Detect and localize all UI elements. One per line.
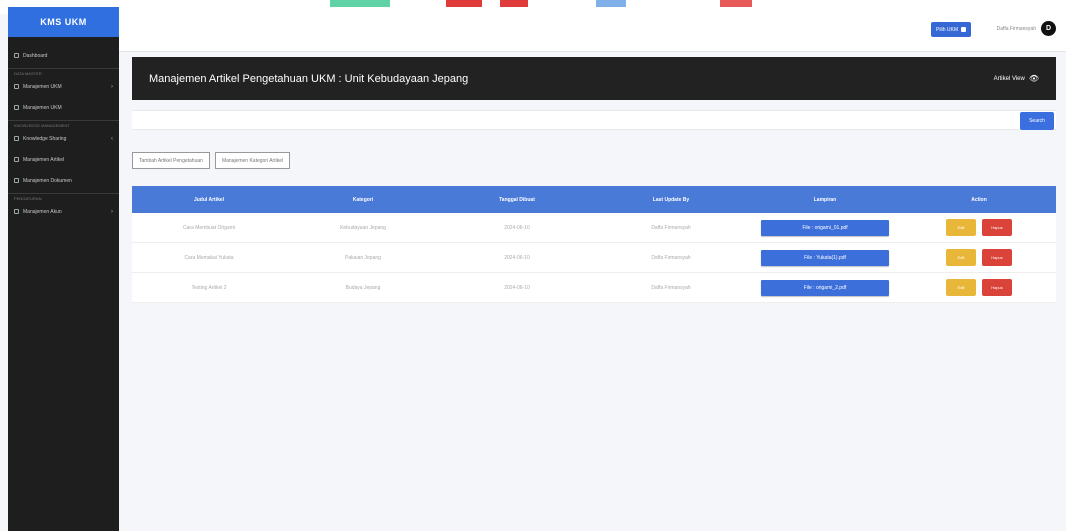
sidebar-item-label: Dashboard (23, 52, 48, 59)
sidebar-nav: Dashboard DATA MASTER Manajemen UKM › Manaje… (8, 37, 119, 220)
column-header: Last Update By (652, 196, 690, 203)
table-row: Cara Membuat Origami Kebudayaan Jepang 2… (132, 213, 1056, 243)
article-updated-by: Daffa Firmansyah (651, 254, 691, 261)
column-header: Kategori (352, 196, 374, 203)
add-article-button[interactable]: Tambah Artikel Pengetahuan (132, 152, 210, 169)
user-name[interactable]: Daffa Firmansyah (997, 26, 1036, 32)
chevron-icon: ‹ (111, 135, 113, 142)
attachment-link[interactable]: File : origami_01.pdf (761, 219, 889, 236)
menu-icon (14, 209, 19, 214)
article-title: Testing Artikel 2 (191, 284, 227, 291)
attachment-cell: File : origami_2.pdf (748, 273, 902, 302)
article-updated-by: Daffa Firmansyah (651, 284, 691, 291)
manage-category-button[interactable]: Manajemen Kategori Artikel (214, 152, 291, 169)
sidebar: KMS UKM Dashboard DATA MASTER Manajemen UK… (8, 7, 119, 531)
article-title: Cara Memakai Yukata (184, 254, 234, 261)
search-button[interactable]: Search (1020, 112, 1054, 130)
article-date: 2024-06-10 (504, 284, 530, 291)
avatar[interactable]: D (1041, 21, 1056, 36)
edit-button[interactable]: Edit (946, 279, 976, 296)
sidebar-item-label: Manajemen UKM (23, 104, 62, 111)
article-category: Budaya Jepang (345, 284, 381, 291)
sidebar-section-heading: DATA MASTER (8, 68, 119, 78)
menu-icon (14, 157, 19, 162)
attachment-cell: File : Yukata(1).pdf (748, 243, 902, 272)
sidebar-item[interactable]: Manajemen UKM › (8, 78, 119, 95)
sidebar-item-label: Manajemen Dokumen (23, 177, 72, 184)
table-header: Judul Artikel Kategori Tanggal Dibuat La… (132, 186, 1056, 213)
search-bar: Search (132, 110, 1056, 132)
select-ukm-label: Pilih UKM (936, 26, 958, 33)
sidebar-item[interactable]: Manajemen UKM (8, 99, 119, 116)
sidebar-item[interactable]: Manajemen Artikel (8, 151, 119, 168)
article-date: 2024-06-10 (504, 224, 530, 231)
menu-icon (14, 136, 19, 141)
menu-icon (14, 53, 19, 58)
sidebar-item[interactable]: Dashboard (8, 47, 119, 64)
table-row: Testing Artikel 2 Budaya Jepang 2024-06-… (132, 273, 1056, 303)
sidebar-item[interactable]: Knowledge Sharing ‹ (8, 130, 119, 147)
column-header: Lampiran (813, 196, 837, 203)
table-row: Cara Memakai Yukata Pakaian Jepang 2024-… (132, 243, 1056, 273)
action-cell: Edit Hapus (902, 243, 1056, 272)
sidebar-item-label: Manajemen Artikel (23, 156, 65, 163)
menu-icon (14, 105, 19, 110)
topbar: Pilih UKM Daffa Firmansyah D (119, 7, 1066, 52)
article-date: 2024-06-10 (504, 254, 530, 261)
attachment-link[interactable]: File : origami_2.pdf (761, 279, 889, 296)
article-title: Cara Membuat Origami (183, 224, 235, 231)
action-cell: Edit Hapus (902, 213, 1056, 242)
page-header: Manajemen Artikel Pengetahuan UKM : Unit… (132, 57, 1056, 100)
sidebar-section-heading: PENGATURAN (8, 193, 119, 203)
delete-button[interactable]: Hapus (982, 279, 1012, 296)
delete-button[interactable]: Hapus (982, 249, 1012, 266)
delete-button[interactable]: Hapus (982, 219, 1012, 236)
article-category: Pakaian Jepang (345, 254, 381, 261)
action-cell: Edit Hapus (902, 273, 1056, 302)
article-updated-by: Daffa Firmansyah (651, 224, 691, 231)
page-title: Manajemen Artikel Pengetahuan UKM : Unit… (149, 72, 469, 85)
action-buttons: Tambah Artikel Pengetahuan Manajemen Kat… (132, 152, 291, 169)
article-view-link[interactable]: Artikel View 👁 (994, 74, 1039, 83)
edit-button[interactable]: Edit (946, 219, 976, 236)
column-header: Judul Artikel (193, 196, 225, 203)
brand-logo[interactable]: KMS UKM (8, 7, 119, 37)
sidebar-item-label: Knowledge Sharing (23, 135, 67, 142)
menu-icon (14, 84, 19, 89)
sidebar-section-heading: KNOWLEDGE MANAGEMENT (8, 120, 119, 130)
attachment-link[interactable]: File : Yukata(1).pdf (761, 249, 889, 266)
column-header: Tanggal Dibuat (499, 196, 535, 203)
attachment-cell: File : origami_01.pdf (748, 213, 902, 242)
sidebar-item[interactable]: Manajemen Akun › (8, 203, 119, 220)
article-category: Kebudayaan Jepang (340, 224, 386, 231)
edit-button[interactable]: Edit (946, 249, 976, 266)
sidebar-item-label: Manajemen UKM (23, 83, 62, 90)
chevron-icon: › (111, 208, 113, 215)
grid-icon (961, 27, 966, 32)
menu-icon (14, 178, 19, 183)
column-header: Action (971, 196, 987, 203)
eye-icon: 👁 (1028, 74, 1039, 83)
articles-table: Judul Artikel Kategori Tanggal Dibuat La… (132, 186, 1056, 303)
sidebar-item[interactable]: Manajemen Dokumen (8, 172, 119, 189)
search-input[interactable] (132, 114, 1012, 132)
chevron-icon: › (111, 83, 113, 90)
article-view-label: Artikel View (993, 75, 1025, 82)
select-ukm-button[interactable]: Pilih UKM (931, 22, 971, 37)
sidebar-item-label: Manajemen Akun (23, 208, 62, 215)
